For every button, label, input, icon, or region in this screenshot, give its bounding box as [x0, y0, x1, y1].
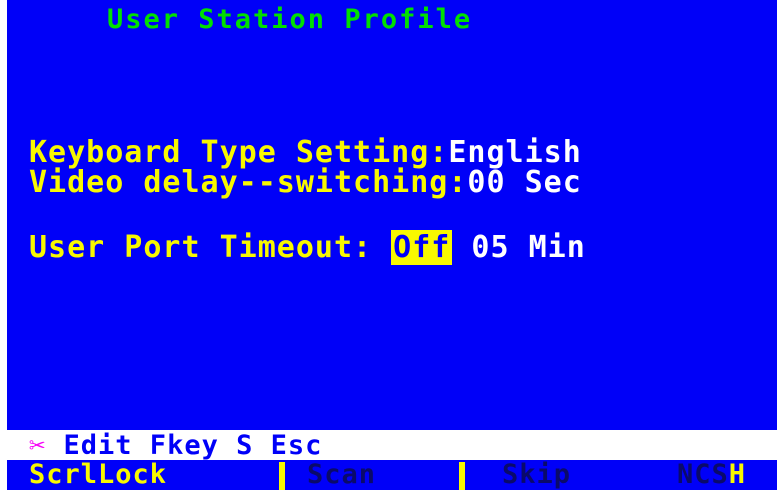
status-bar: ScrlLock Scan Skip NCSH: [7, 460, 777, 490]
user-port-timeout-row[interactable]: User Port Timeout: Off 05 Min: [29, 230, 586, 265]
help-bar: ✂ Edit Fkey S Esc: [7, 430, 777, 460]
page-title: User Station Profile: [107, 4, 473, 35]
video-delay-label: Video delay--switching:: [29, 165, 468, 200]
ncs-indicator: NCSH: [677, 460, 746, 490]
keyboard-type-row[interactable]: Keyboard Type Setting:English: [29, 138, 582, 168]
video-delay-value[interactable]: 00 Sec: [467, 165, 581, 200]
timeout-minutes-value[interactable]: 05 Min: [471, 230, 585, 265]
status-separator: [459, 462, 465, 490]
user-port-timeout-label: User Port Timeout:: [29, 230, 373, 265]
ncs-label: NCS: [677, 460, 729, 490]
help-keys-text: Edit Fkey S Esc: [63, 430, 323, 461]
skip-indicator: Skip: [502, 460, 572, 490]
status-separator: [279, 462, 285, 490]
timeout-off-option[interactable]: Off: [391, 230, 453, 265]
scan-indicator: Scan: [307, 460, 377, 490]
scroll-lock-indicator: ScrlLock: [29, 460, 168, 490]
kvm-osd-screen: User Station Profile Keyboard Type Setti…: [7, 0, 777, 490]
logo-icon: ✂: [29, 430, 47, 461]
video-delay-row[interactable]: Video delay--switching:00 Sec: [29, 168, 582, 198]
ncs-suffix: H: [728, 460, 747, 490]
